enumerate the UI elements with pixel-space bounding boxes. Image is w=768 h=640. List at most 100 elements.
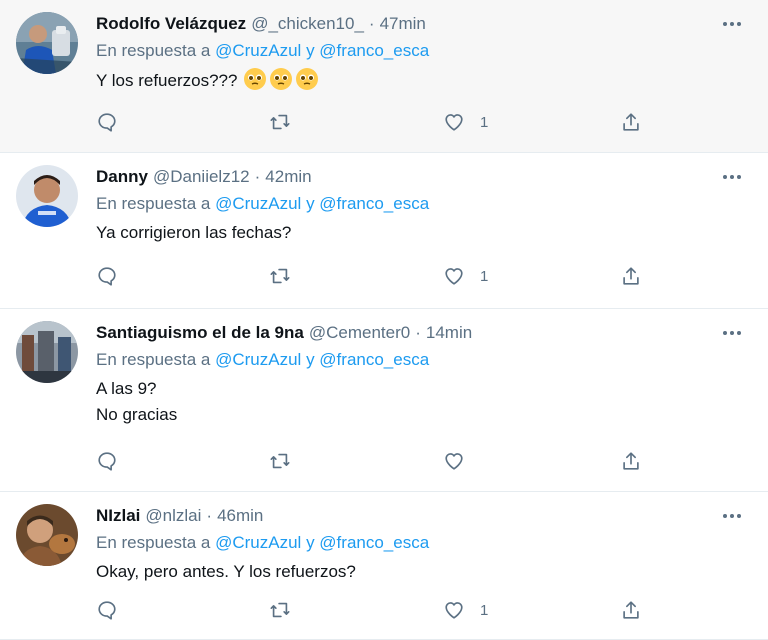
tweet-content: Santiaguismo el de la 9na @Cementer0 · 1… (96, 321, 750, 428)
retweet-button[interactable] (268, 595, 292, 625)
author-handle[interactable]: @_chicken10_ (251, 12, 364, 36)
tweet-text: Okay, pero antes. Y los refuerzos? (96, 559, 750, 585)
retweet-icon (270, 268, 290, 284)
more-horizontal-icon (723, 22, 741, 26)
reply-context: En respuesta a @CruzAzul y @franco_esca (96, 531, 750, 555)
share-button[interactable] (620, 446, 642, 476)
author-handle[interactable]: @Cementer0 (309, 321, 410, 345)
like-count: 1 (480, 113, 489, 131)
like-button[interactable]: 1 (442, 107, 488, 137)
more-options-button[interactable] (718, 323, 746, 343)
avatar[interactable] (16, 12, 78, 74)
separator-dot: · (368, 14, 375, 33)
pleading-face-emoji (270, 68, 293, 90)
more-horizontal-icon (723, 514, 741, 518)
timestamp[interactable]: 14min (426, 321, 472, 345)
reply-button[interactable] (96, 446, 118, 476)
heart-icon (445, 602, 463, 619)
more-horizontal-icon (723, 175, 741, 179)
share-button[interactable] (620, 261, 642, 291)
like-count: 1 (480, 601, 489, 619)
reply-feed: Rodolfo Velázquez @_chicken10_ · 47min E… (0, 0, 768, 640)
mention-link[interactable]: @CruzAzul (215, 194, 301, 213)
more-options-button[interactable] (718, 14, 746, 34)
tweet-header: Danny @Daniielz12 · 42min (96, 165, 750, 189)
avatar[interactable] (16, 504, 78, 566)
tweet-content: Rodolfo Velázquez @_chicken10_ · 47min E… (96, 12, 750, 94)
tweet-content: NIzlai @nlzlai · 46min En respuesta a @C… (96, 504, 750, 585)
reply-button[interactable] (96, 595, 118, 625)
tweet-content: Danny @Daniielz12 · 42min En respuesta a… (96, 165, 750, 246)
mention-link[interactable]: @CruzAzul (215, 41, 301, 60)
mention-link[interactable]: @franco_esca (319, 533, 429, 552)
tweet-text: Ya corrigieron las fechas? (96, 220, 750, 246)
like-button[interactable]: 1 (442, 261, 488, 291)
separator-dot: · (206, 506, 213, 525)
reply-prefix: En respuesta a (96, 350, 211, 369)
mention-link[interactable]: @CruzAzul (215, 533, 301, 552)
tweet-actions (96, 446, 656, 476)
mention-link[interactable]: @franco_esca (319, 194, 429, 213)
timestamp[interactable]: 42min (265, 165, 311, 189)
reply-icon (98, 113, 116, 132)
more-options-button[interactable] (718, 506, 746, 526)
reply-icon (98, 601, 116, 620)
heart-icon (445, 453, 463, 470)
reply-context: En respuesta a @CruzAzul y @franco_esca (96, 39, 750, 63)
reply-button[interactable] (96, 107, 118, 137)
like-button[interactable]: 1 (442, 595, 488, 625)
timestamp[interactable]: 47min (380, 12, 426, 36)
tweet-actions: 1 (96, 261, 656, 291)
share-button[interactable] (620, 107, 642, 137)
tweet-item[interactable]: NIzlai @nlzlai · 46min En respuesta a @C… (0, 492, 768, 640)
heart-icon (445, 114, 463, 131)
reply-prefix: En respuesta a (96, 194, 211, 213)
tweet-item[interactable]: Danny @Daniielz12 · 42min En respuesta a… (0, 153, 768, 309)
pleading-face-emoji (296, 68, 319, 90)
reply-button[interactable] (96, 261, 118, 291)
share-icon (623, 452, 639, 470)
retweet-button[interactable] (268, 261, 292, 291)
tweet-actions: 1 (96, 107, 656, 137)
author-handle[interactable]: @nlzlai (145, 504, 201, 528)
tweet-actions: 1 (96, 595, 656, 625)
reply-icon (98, 452, 116, 471)
author-handle[interactable]: @Daniielz12 (153, 165, 250, 189)
tweet-text-line: No gracias (96, 405, 178, 424)
author-name[interactable]: Danny (96, 165, 148, 189)
mention-link[interactable]: @franco_esca (319, 350, 429, 369)
share-icon (623, 601, 639, 619)
retweet-button[interactable] (268, 107, 292, 137)
mention-link[interactable]: @CruzAzul (215, 350, 301, 369)
separator-dot: · (254, 167, 261, 186)
author-name[interactable]: NIzlai (96, 504, 140, 528)
tweet-header: NIzlai @nlzlai · 46min (96, 504, 750, 528)
retweet-icon (270, 114, 290, 130)
pleading-face-emoji (244, 68, 267, 90)
mention-link[interactable]: @franco_esca (319, 41, 429, 60)
tweet-item[interactable]: Rodolfo Velázquez @_chicken10_ · 47min E… (0, 0, 768, 153)
avatar[interactable] (16, 165, 78, 227)
tweet-header: Santiaguismo el de la 9na @Cementer0 · 1… (96, 321, 750, 345)
retweet-button[interactable] (268, 446, 292, 476)
retweet-icon (270, 453, 290, 469)
author-name[interactable]: Rodolfo Velázquez (96, 12, 246, 36)
more-options-button[interactable] (718, 167, 746, 187)
heart-icon (445, 268, 463, 285)
share-icon (623, 113, 639, 131)
tweet-header: Rodolfo Velázquez @_chicken10_ · 47min (96, 12, 750, 36)
reply-join: y (306, 533, 315, 552)
share-button[interactable] (620, 595, 642, 625)
tweet-text-line: Y los refuerzos??? (96, 71, 238, 90)
tweet-item[interactable]: Santiaguismo el de la 9na @Cementer0 · 1… (0, 309, 768, 492)
tweet-text: A las 9? No gracias (96, 376, 750, 428)
author-name[interactable]: Santiaguismo el de la 9na (96, 321, 304, 345)
reply-prefix: En respuesta a (96, 533, 211, 552)
like-button[interactable] (442, 446, 480, 476)
reply-icon (98, 267, 116, 286)
emoji-group (243, 67, 319, 91)
reply-join: y (306, 350, 315, 369)
timestamp[interactable]: 46min (217, 504, 263, 528)
retweet-icon (270, 602, 290, 618)
avatar[interactable] (16, 321, 78, 383)
